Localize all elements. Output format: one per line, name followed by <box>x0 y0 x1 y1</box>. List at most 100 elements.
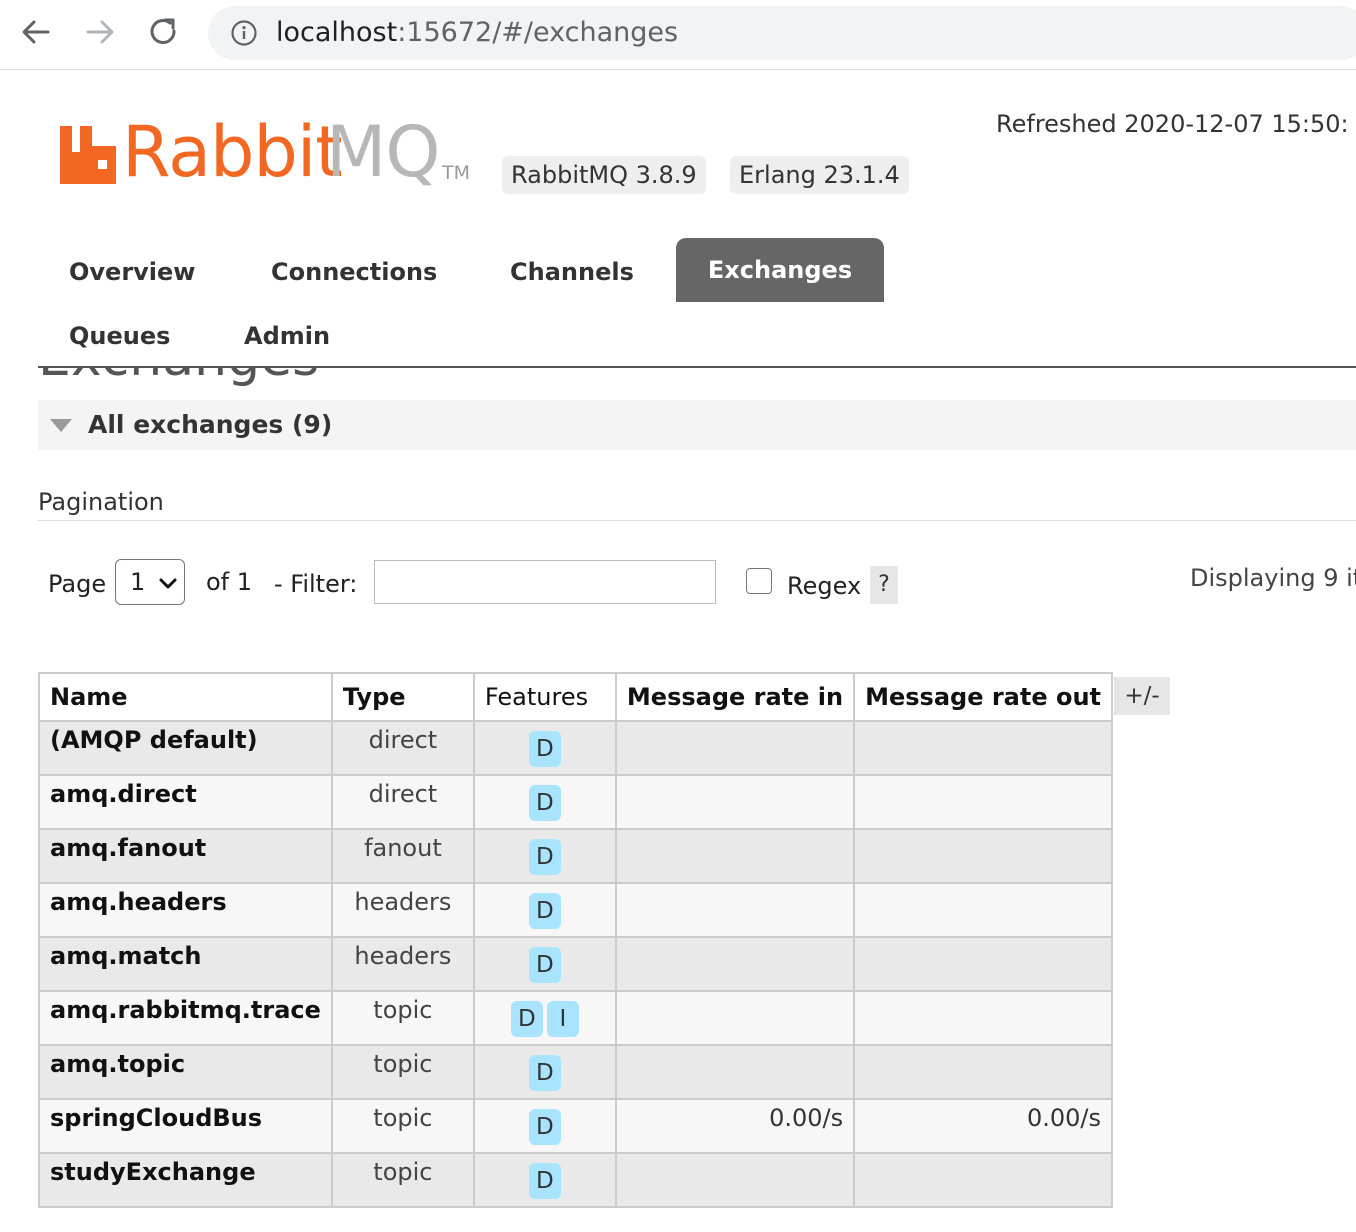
message-rate-in <box>614 936 856 992</box>
message-rate-in <box>614 990 856 1046</box>
exchange-features: D <box>472 774 617 830</box>
tab-exchanges[interactable]: Exchanges <box>676 238 884 302</box>
logo-text-rabbit: Rabbit <box>122 111 343 193</box>
page-select-value: 1 <box>130 568 146 596</box>
reload-icon[interactable] <box>146 14 182 50</box>
message-rate-in <box>614 1152 856 1208</box>
exchange-type: headers <box>330 882 475 938</box>
info-icon[interactable] <box>230 19 258 47</box>
tab-channels[interactable]: Channels <box>510 256 634 288</box>
feature-badge: D <box>528 893 561 929</box>
forward-icon[interactable] <box>82 14 118 50</box>
url-host: localhost <box>276 17 398 48</box>
table-row: amq.fanout fanout D <box>38 828 1114 884</box>
table-row: springCloudBus topic D 0.00/s 0.00/s <box>38 1098 1114 1154</box>
column-header-message-rate-in[interactable]: Message rate in <box>614 672 856 722</box>
exchange-type: topic <box>330 990 475 1046</box>
message-rate-out <box>853 774 1114 830</box>
pagination-divider <box>38 520 1356 521</box>
exchange-name-link[interactable]: amq.match <box>38 936 333 992</box>
feature-badge: D <box>528 785 561 821</box>
exchange-name-link[interactable]: (AMQP default) <box>38 720 333 776</box>
page-label: Page <box>48 570 107 598</box>
column-header-name[interactable]: Name <box>38 672 333 722</box>
exchange-type: direct <box>330 720 475 776</box>
section-title: All exchanges (9) <box>88 410 333 439</box>
table-header-row: Name Type Features Message rate in Messa… <box>38 672 1114 722</box>
rabbitmq-version-badge: RabbitMQ 3.8.9 <box>502 156 706 194</box>
regex-label: Regex <box>787 572 862 600</box>
tab-connections[interactable]: Connections <box>271 256 437 288</box>
displaying-count: Displaying 9 it <box>1190 564 1356 592</box>
exchange-name-link[interactable]: amq.topic <box>38 1044 333 1100</box>
table-row: amq.rabbitmq.trace topic D I <box>38 990 1114 1046</box>
exchange-type: topic <box>330 1098 475 1154</box>
collapse-triangle-icon <box>50 419 72 432</box>
browser-toolbar: localhost:15672/#/exchanges <box>0 0 1356 70</box>
exchange-name-link[interactable]: springCloudBus <box>38 1098 333 1154</box>
all-exchanges-section-toggle[interactable]: All exchanges (9) <box>38 400 1356 450</box>
message-rate-out <box>853 720 1114 776</box>
exchange-name-link[interactable]: amq.fanout <box>38 828 333 884</box>
address-bar[interactable]: localhost:15672/#/exchanges <box>208 6 1356 60</box>
message-rate-in <box>614 882 856 938</box>
exchange-name-link[interactable]: studyExchange <box>38 1152 333 1208</box>
rabbitmq-logo-icon <box>60 126 116 184</box>
message-rate-in <box>614 828 856 884</box>
exchange-features: DI <box>472 990 617 1046</box>
table-row: amq.topic topic D <box>38 1044 1114 1100</box>
tab-queues[interactable]: Queues <box>69 320 170 352</box>
message-rate-in <box>614 720 856 776</box>
back-icon[interactable] <box>18 14 54 50</box>
displaying-count-container: Displaying 9 it <box>1190 562 1356 596</box>
message-rate-out <box>853 882 1114 938</box>
regex-help-button[interactable]: ? <box>870 566 898 604</box>
filter-label: - Filter: <box>274 570 358 598</box>
message-rate-out <box>853 936 1114 992</box>
exchange-features: D <box>472 720 617 776</box>
page-heading-container: Exchanges <box>38 368 438 398</box>
message-rate-out <box>853 828 1114 884</box>
feature-badge: I <box>546 1001 579 1037</box>
feature-badge: D <box>528 1163 561 1199</box>
exchange-name-link[interactable]: amq.direct <box>38 774 333 830</box>
message-rate-out: 0.00/s <box>853 1098 1114 1154</box>
chevron-down-icon <box>159 578 177 589</box>
filter-input[interactable] <box>374 560 716 604</box>
page-select[interactable]: 1 <box>115 559 185 605</box>
table-row: studyExchange topic D <box>38 1152 1114 1208</box>
message-rate-out <box>853 1044 1114 1100</box>
erlang-version-badge: Erlang 23.1.4 <box>730 156 909 194</box>
rabbitmq-logo[interactable]: Rabbit MQ TM <box>60 111 480 198</box>
logo-trademark: TM <box>442 162 470 184</box>
regex-checkbox[interactable] <box>746 568 772 594</box>
page-title: Exchanges <box>38 368 319 390</box>
pagination-heading: Pagination <box>38 488 164 516</box>
message-rate-out <box>853 1152 1114 1208</box>
feature-badge: D <box>528 731 561 767</box>
message-rate-out <box>853 990 1114 1046</box>
exchange-features: D <box>472 1098 617 1154</box>
column-header-features: Features <box>472 672 617 722</box>
table-row: (AMQP default) direct D <box>38 720 1114 776</box>
feature-badge: D <box>510 1001 543 1037</box>
exchange-type: fanout <box>330 828 475 884</box>
refreshed-timestamp: Refreshed 2020-12-07 15:50: <box>996 110 1349 138</box>
tab-admin[interactable]: Admin <box>244 320 330 352</box>
column-header-type[interactable]: Type <box>330 672 475 722</box>
exchange-features: D <box>472 1152 617 1208</box>
column-header-message-rate-out[interactable]: Message rate out <box>853 672 1114 722</box>
table-row: amq.headers headers D <box>38 882 1114 938</box>
exchange-name-link[interactable]: amq.headers <box>38 882 333 938</box>
message-rate-in <box>614 1044 856 1100</box>
exchange-features: D <box>472 882 617 938</box>
url-text[interactable]: localhost:15672/#/exchanges <box>276 16 678 50</box>
message-rate-in: 0.00/s <box>614 1098 856 1154</box>
table-row: amq.direct direct D <box>38 774 1114 830</box>
feature-badge: D <box>528 947 561 983</box>
columns-toggle-button[interactable]: +/- <box>1114 677 1170 715</box>
exchange-name-link[interactable]: amq.rabbitmq.trace <box>38 990 333 1046</box>
table-row: amq.match headers D <box>38 936 1114 992</box>
exchange-features: D <box>472 936 617 992</box>
tab-overview[interactable]: Overview <box>69 256 195 288</box>
